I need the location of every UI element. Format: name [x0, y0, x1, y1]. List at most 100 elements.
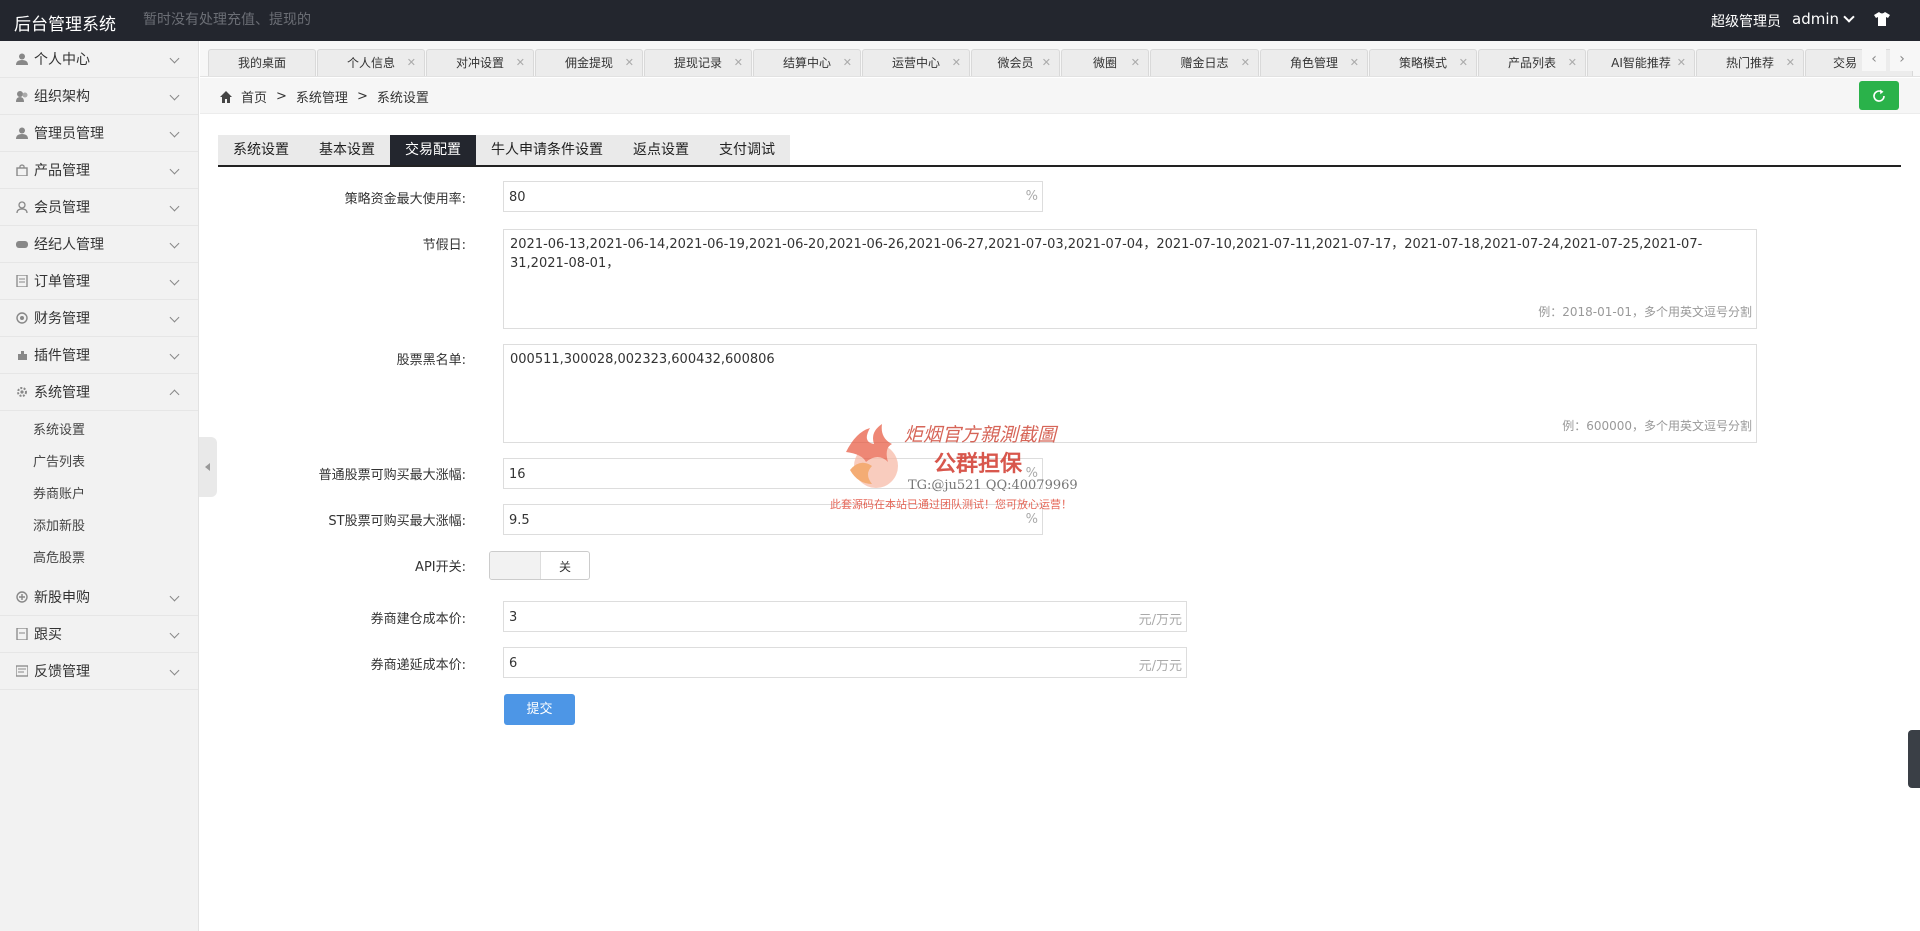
sidebar-item-feedback[interactable]: 反馈管理 [0, 653, 198, 690]
side-scroll-widget[interactable] [1908, 730, 1920, 788]
sidebar-item-plugin[interactable]: 插件管理 [0, 337, 198, 374]
sidebar-item-personal[interactable]: 个人中心 [0, 41, 198, 78]
sidebar-item-product[interactable]: 产品管理 [0, 152, 198, 189]
sidebar-item-follow[interactable]: 跟买 [0, 616, 198, 653]
tab-payment-debug[interactable]: 支付调试 [704, 135, 790, 165]
close-icon[interactable]: ✕ [1042, 50, 1051, 76]
submenu-item-system-settings[interactable]: 系统设置 [0, 415, 198, 447]
sidebar-item-system[interactable]: 系统管理 [0, 374, 198, 411]
st-rise-label: ST股票可购买最大涨幅: [328, 514, 466, 529]
sidebar-item-label: 个人中心 [34, 52, 90, 68]
sidebar-item-finance[interactable]: 财务管理 [0, 300, 198, 337]
max-usage-input[interactable]: 80 % [503, 181, 1043, 212]
tab-label: 提现记录 [673, 56, 722, 70]
sidebar-item-order[interactable]: 订单管理 [0, 263, 198, 300]
chevron-up-icon [169, 389, 180, 400]
normal-rise-value: 16 [509, 467, 526, 482]
chevron-left-icon[interactable]: ‹ [1862, 47, 1886, 71]
sidebar-item-ipo[interactable]: 新股申购 [0, 579, 198, 616]
sidebar-item-label: 插件管理 [34, 348, 90, 364]
tab-label: 结算中心 [782, 56, 831, 70]
tab-bonus-log[interactable]: 赠金日志 ✕ [1150, 49, 1259, 76]
close-icon[interactable]: ✕ [734, 50, 743, 76]
tab-settlement[interactable]: 结算中心 ✕ [753, 49, 861, 76]
toggle-state: 关 [559, 560, 572, 574]
open-cost-input[interactable]: 3 元/万元 [503, 601, 1187, 632]
blacklist-textarea[interactable]: 000511,300028,002323,600432,600806 例：600… [503, 344, 1757, 443]
tab-withdraw-records[interactable]: 提现记录 ✕ [644, 49, 752, 76]
sidebar-item-label: 反馈管理 [34, 664, 90, 680]
api-switch-label: API开关: [415, 560, 466, 575]
breadcrumb-current: 系统设置 [376, 91, 429, 106]
defer-cost-input[interactable]: 6 元/万元 [503, 647, 1187, 678]
sidebar-item-label: 经纪人管理 [34, 237, 104, 253]
chevron-down-icon [169, 349, 180, 360]
tab-role-management[interactable]: 角色管理 ✕ [1260, 49, 1368, 76]
submit-button[interactable]: 提交 [504, 694, 575, 725]
api-toggle[interactable]: 关 [489, 551, 590, 580]
close-icon[interactable]: ✕ [1350, 50, 1359, 76]
submenu-item-high-risk[interactable]: 高危股票 [0, 543, 198, 575]
tab-basic-settings[interactable]: 基本设置 [304, 135, 390, 165]
cost-unit: 元/万元 [1138, 659, 1182, 674]
close-icon[interactable]: ✕ [1459, 50, 1468, 76]
tab-personal-info[interactable]: 个人信息 ✕ [317, 49, 425, 76]
chevron-right-icon[interactable]: › [1890, 47, 1914, 71]
tab-micro-circle[interactable]: 微圈 ✕ [1061, 49, 1149, 76]
top-header: 后台管理系统 暂时没有处理充值、提现的 超级管理员 admin [0, 0, 1920, 41]
theme-shirt-icon[interactable] [1874, 12, 1890, 26]
submenu-item-ad-list[interactable]: 广告列表 [0, 447, 198, 479]
tab-label: 赠金日志 [1180, 56, 1229, 70]
st-rise-value: 9.5 [509, 513, 530, 528]
sidebar-item-member[interactable]: 会员管理 [0, 189, 198, 226]
close-icon[interactable]: ✕ [625, 50, 634, 76]
tab-system-settings[interactable]: 系统设置 [218, 135, 304, 165]
sidebar-item-admin[interactable]: 管理员管理 [0, 115, 198, 152]
breadcrumb-system[interactable]: 系统管理 [296, 87, 348, 106]
tab-ai-recommend[interactable]: AI智能推荐 ✕ [1587, 49, 1695, 76]
org-icon [16, 91, 28, 102]
sidebar-item-org[interactable]: 组织架构 [0, 78, 198, 115]
chevron-down-icon [169, 312, 180, 323]
tab-product-list[interactable]: 产品列表 ✕ [1478, 49, 1586, 76]
tab-operations[interactable]: 运营中心 ✕ [862, 49, 970, 76]
feedback-icon [16, 665, 28, 677]
percent-unit: % [1025, 512, 1038, 527]
admin-icon [16, 127, 28, 139]
close-icon[interactable]: ✕ [1131, 50, 1140, 76]
close-icon[interactable]: ✕ [1241, 50, 1250, 76]
close-icon[interactable]: ✕ [843, 50, 852, 76]
username: admin [1792, 10, 1839, 28]
tab-hedge-settings[interactable]: 对冲设置 ✕ [426, 49, 534, 76]
refresh-button[interactable] [1859, 81, 1899, 110]
breadcrumb-home[interactable]: 首页 [241, 87, 267, 106]
close-icon[interactable]: ✕ [407, 50, 416, 76]
sidebar-item-label: 会员管理 [34, 200, 90, 216]
sidebar-item-label: 组织架构 [34, 89, 90, 105]
user-role: 超级管理员 [1711, 14, 1781, 30]
holidays-textarea[interactable]: 2021-06-13,2021-06-14,2021-06-19,2021-06… [503, 229, 1757, 329]
tab-strategy-mode[interactable]: 策略模式 ✕ [1369, 49, 1477, 76]
user-menu[interactable]: admin [1792, 10, 1855, 28]
tab-commission-withdraw[interactable]: 佣金提现 ✕ [535, 49, 643, 76]
close-icon[interactable]: ✕ [1786, 50, 1795, 76]
chevron-down-icon [169, 164, 180, 175]
close-icon[interactable]: ✕ [1568, 50, 1577, 76]
tab-desktop[interactable]: 我的桌面 [208, 49, 316, 76]
blacklist-hint: 例：600000，多个用英文逗号分割 [1562, 419, 1752, 433]
tab-micro-member[interactable]: 微会员 ✕ [971, 49, 1060, 76]
tab-label: 产品列表 [1507, 56, 1556, 70]
plugin-icon [18, 351, 27, 360]
tab-trade-config[interactable]: 交易配置 [390, 135, 476, 165]
submenu-item-broker-account[interactable]: 券商账户 [0, 479, 198, 511]
tab-hot-recommend[interactable]: 热门推荐 ✕ [1696, 49, 1804, 76]
tab-expert-conditions[interactable]: 牛人申请条件设置 [476, 135, 618, 165]
cost-unit: 元/万元 [1138, 613, 1182, 628]
submenu-item-add-ipo[interactable]: 添加新股 [0, 511, 198, 543]
sidebar-item-agent[interactable]: 经纪人管理 [0, 226, 198, 263]
close-icon[interactable]: ✕ [952, 50, 961, 76]
close-icon[interactable]: ✕ [1677, 50, 1686, 76]
refresh-icon [1873, 89, 1885, 102]
tab-rebate-settings[interactable]: 返点设置 [618, 135, 704, 165]
close-icon[interactable]: ✕ [516, 50, 525, 76]
